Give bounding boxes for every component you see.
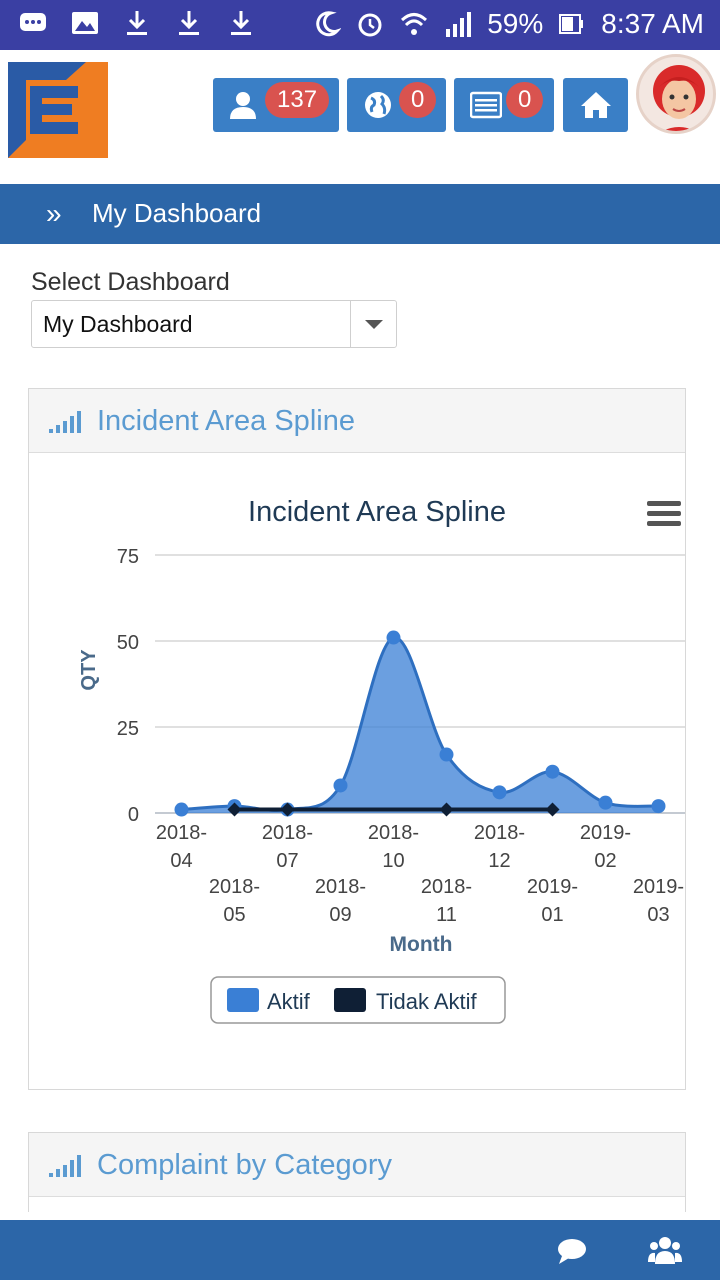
panel-header: Complaint by Category (29, 1133, 685, 1197)
x-tick-label: 2018-07 (262, 822, 313, 872)
battery-percent: 59% (487, 8, 544, 39)
status-bar: 59% 8:37 AM (0, 0, 720, 50)
x-tick-label: 2018-11 (421, 876, 472, 926)
x-tick-label: 2018-10 (368, 822, 419, 872)
globe-button[interactable]: 0 (347, 78, 446, 132)
app-logo[interactable] (6, 60, 110, 160)
alarm-icon (358, 13, 382, 37)
x-tick-label: 2018-09 (315, 876, 366, 926)
y-tick-label: 75 (117, 546, 139, 568)
legend-item-label[interactable]: Tidak Aktif (376, 989, 478, 1014)
breadcrumb: » My Dashboard (0, 184, 720, 244)
y-tick-label: 25 (117, 718, 139, 740)
wifi-icon (401, 13, 428, 35)
data-point-aktif[interactable] (386, 630, 401, 645)
globe-icon (365, 92, 391, 118)
x-tick-label: 2018-04 (156, 822, 207, 872)
list-icon (470, 91, 502, 119)
data-point-aktif[interactable] (651, 799, 666, 814)
download-icon (127, 11, 147, 35)
chat-icon[interactable] (556, 1236, 588, 1266)
signal-icon (446, 12, 472, 37)
y-axis-label: QTY (78, 649, 100, 691)
list-count-badge: 0 (506, 82, 544, 118)
data-point-aktif[interactable] (174, 802, 189, 817)
list-button[interactable]: 0 (454, 78, 554, 132)
data-point-aktif[interactable] (492, 785, 507, 800)
x-axis-label: Month (390, 933, 453, 956)
page-title: My Dashboard (92, 198, 262, 228)
legend-swatch[interactable] (227, 988, 259, 1012)
y-tick-label: 0 (128, 804, 139, 826)
avatar-face-icon (653, 65, 705, 131)
data-point-aktif[interactable] (333, 778, 348, 793)
x-tick-label: 2019-01 (527, 876, 578, 926)
download-icon (231, 11, 251, 35)
select-dashboard-label: Select Dashboard (31, 268, 230, 296)
incident-area-chart: Incident Area Spline 0 25 50 75 QTY 2018-04… (78, 496, 685, 1024)
data-point-aktif[interactable] (439, 747, 454, 762)
avatar[interactable] (636, 54, 716, 134)
image-icon (72, 12, 98, 34)
signal-bars-icon (49, 411, 81, 433)
moon-icon (316, 11, 342, 37)
users-button[interactable]: 137 (213, 78, 339, 132)
chart-legend: Aktif Tidak Aktif (210, 976, 506, 1024)
panel-title: Incident Area Spline (97, 405, 355, 437)
x-tick-label: 2018-12 (474, 822, 525, 872)
users-count-badge: 137 (265, 82, 330, 118)
chevron-down-icon[interactable] (350, 301, 396, 347)
incident-area-panel: Incident Area Spline Incident Area Splin… (28, 388, 686, 1090)
double-chevron-right-icon: » (46, 198, 62, 229)
message-icon (20, 13, 46, 31)
data-point-aktif[interactable] (545, 764, 560, 779)
legend-item-label[interactable]: Aktif (267, 989, 311, 1014)
globe-count-badge: 0 (399, 82, 437, 118)
dashboard-select-value: My Dashboard (43, 311, 193, 337)
panel-header: Incident Area Spline (29, 389, 685, 453)
complaint-category-panel: Complaint by Category (28, 1132, 686, 1212)
home-icon (581, 92, 611, 118)
home-button[interactable] (563, 78, 628, 132)
chart-title: Incident Area Spline (248, 496, 506, 528)
legend-swatch[interactable] (334, 988, 366, 1012)
dashboard-select[interactable]: My Dashboard (31, 300, 397, 348)
x-tick-label: 2019-03 (633, 876, 684, 926)
user-icon (230, 92, 256, 119)
clock: 8:37 AM (601, 8, 704, 39)
y-tick-label: 50 (117, 632, 139, 654)
x-tick-label: 2019-02 (580, 822, 631, 872)
signal-bars-icon (49, 1155, 81, 1177)
battery-icon (559, 14, 584, 34)
app-header: 137 0 0 (0, 50, 720, 184)
x-tick-label: 2018-05 (209, 876, 260, 926)
download-icon (179, 11, 199, 35)
bottom-bar (0, 1220, 720, 1280)
chart-menu-button[interactable] (647, 501, 681, 526)
series-area-aktif (181, 637, 659, 813)
panel-title: Complaint by Category (97, 1149, 392, 1181)
group-icon[interactable] (648, 1234, 682, 1266)
data-point-aktif[interactable] (598, 795, 613, 810)
